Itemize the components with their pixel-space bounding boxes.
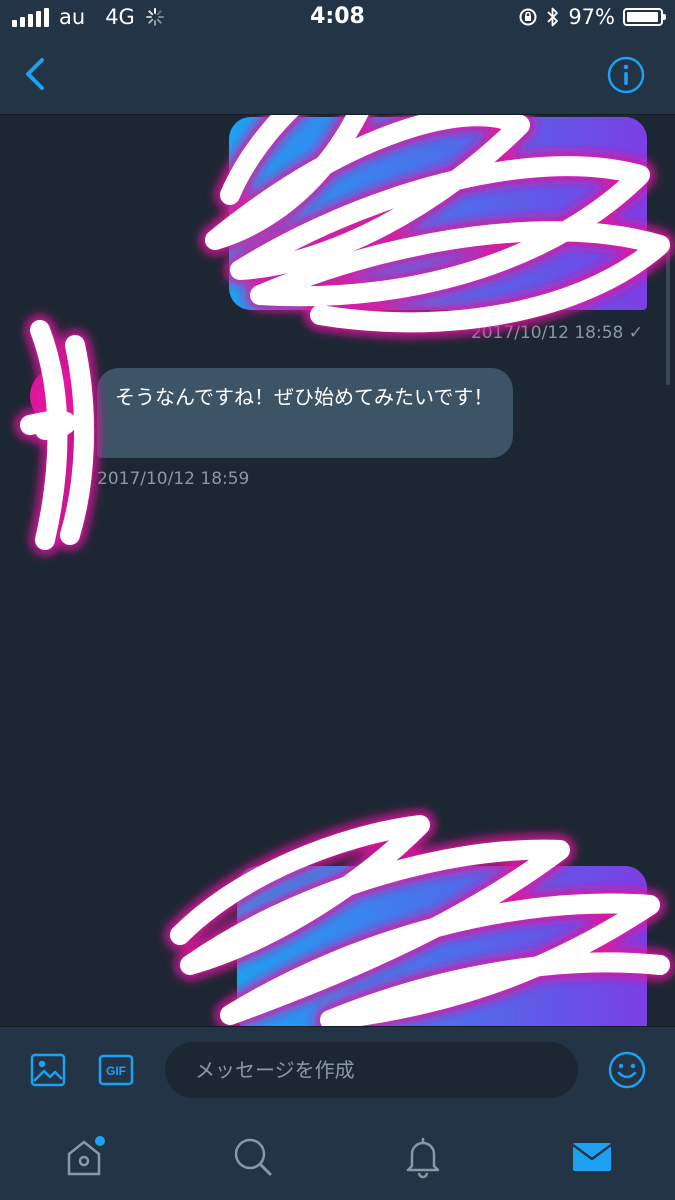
chevron-left-icon [26, 58, 44, 90]
message-list[interactable]: 2017/10/12 18:58 ✓ そうなんですね！ぜひ始めてみたいです！ 2… [0, 115, 675, 1026]
gif-button[interactable]: GIF [98, 1054, 134, 1086]
back-button[interactable] [18, 52, 58, 96]
info-icon [607, 56, 645, 94]
message-composer: GIF [0, 1026, 675, 1113]
gif-label: GIF [106, 1064, 126, 1078]
message-timestamp: 2017/10/12 18:58 ✓ [470, 323, 643, 343]
status-right: 97% [518, 5, 666, 29]
outgoing-message-bubble [237, 866, 647, 1026]
home-icon [67, 1136, 105, 1176]
incoming-message-bubble: そうなんですね！ぜひ始めてみたいです！ [97, 368, 513, 458]
bluetooth-icon [546, 6, 560, 28]
message-timestamp: 2017/10/12 18:59 [97, 469, 250, 489]
bell-icon [406, 1137, 440, 1179]
battery-icon [623, 8, 666, 26]
smiley-icon [608, 1051, 646, 1089]
outgoing-message-bubble [229, 117, 647, 310]
search-icon [234, 1138, 272, 1176]
tab-messages[interactable] [567, 1132, 617, 1182]
emoji-button[interactable] [607, 1050, 647, 1090]
image-icon [30, 1053, 66, 1087]
tab-bar [0, 1112, 675, 1200]
tab-home[interactable] [59, 1132, 109, 1182]
info-button[interactable] [607, 56, 645, 94]
battery-percent: 97% [568, 5, 615, 29]
add-image-button[interactable] [30, 1053, 66, 1087]
gif-icon: GIF [98, 1054, 134, 1086]
status-bar: au 4G 4:08 97% [0, 0, 675, 36]
avatar[interactable] [30, 368, 86, 424]
tab-notifications[interactable] [398, 1132, 448, 1182]
tab-search[interactable] [228, 1132, 278, 1182]
rotation-lock-icon [518, 7, 538, 27]
notification-dot [95, 1136, 105, 1146]
message-input[interactable] [165, 1042, 578, 1098]
scrollbar[interactable] [666, 235, 670, 385]
conversation-header [0, 36, 675, 115]
message-text: そうなんですね！ぜひ始めてみたいです！ [115, 385, 494, 409]
mail-icon [572, 1143, 612, 1171]
